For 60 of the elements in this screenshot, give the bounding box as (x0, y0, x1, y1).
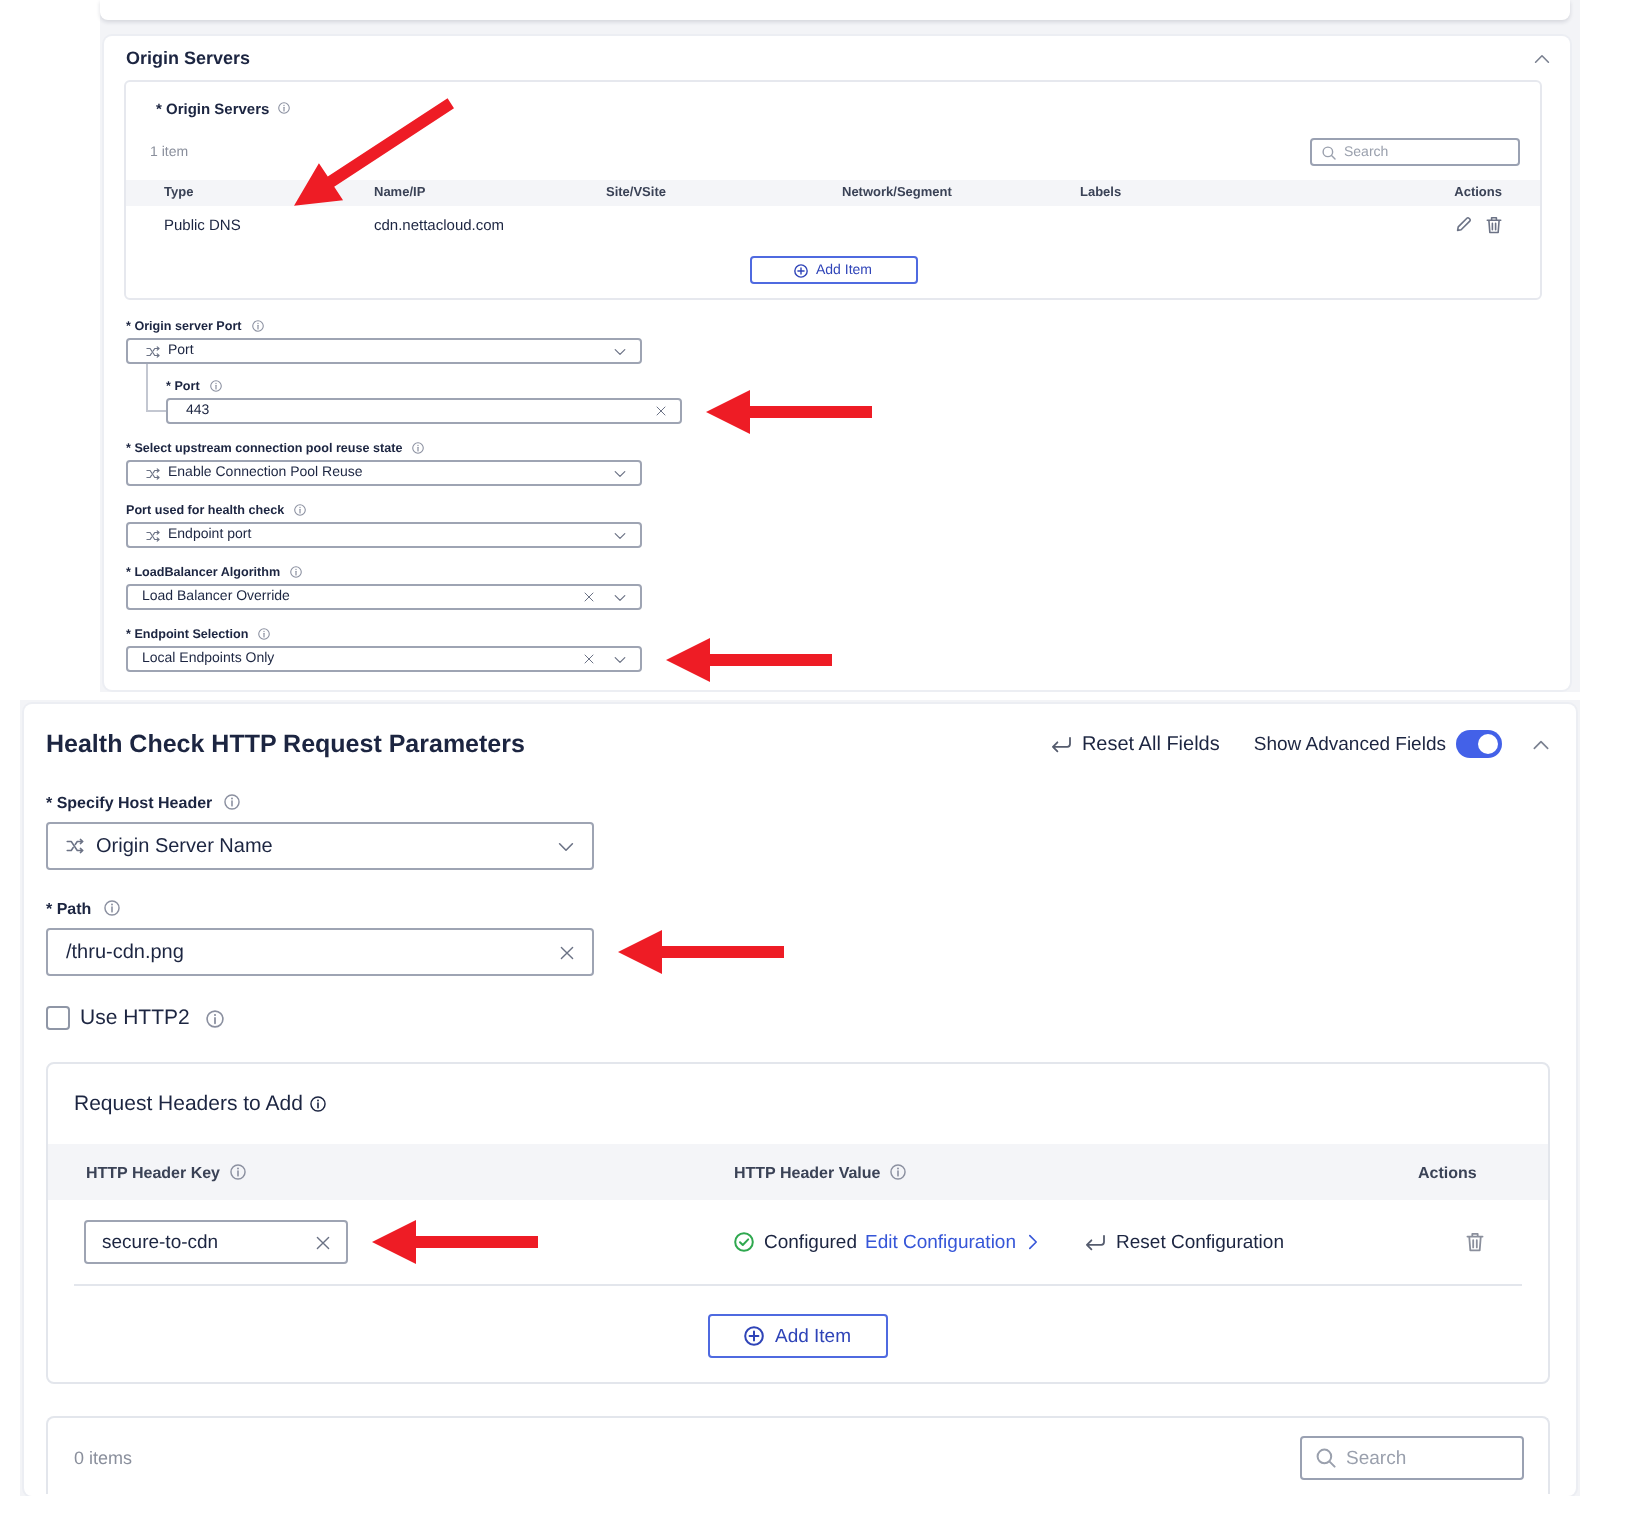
trash-icon[interactable] (1486, 215, 1502, 233)
checkbox-label: Use HTTP2 (80, 1006, 190, 1030)
section-title: Health Check HTTP Request Parameters (46, 730, 525, 758)
text-field[interactable]: secure-to-cdn (84, 1220, 348, 1264)
chevron-down-icon (614, 531, 626, 539)
info-icon (294, 504, 307, 516)
column-header: HTTP Header Key (86, 1163, 220, 1181)
chevron-up-icon[interactable] (1534, 53, 1550, 63)
info-icon (412, 442, 425, 454)
shuffle-icon (146, 529, 160, 541)
info-icon (224, 794, 241, 810)
shuffle-icon (66, 838, 84, 854)
chevron-down-icon (614, 593, 626, 601)
checkbox[interactable] (46, 1006, 70, 1030)
return-arrow-icon (1049, 735, 1072, 753)
return-arrow-icon (1084, 1233, 1107, 1251)
clear-icon[interactable] (316, 1235, 330, 1249)
reset-all-button[interactable]: Reset All Fields (1049, 733, 1220, 755)
column-header: HTTP Header Value (734, 1163, 881, 1181)
column-header: Actions (1418, 1163, 1477, 1181)
info-icon (310, 1096, 327, 1112)
field-label: * Path (46, 899, 92, 917)
chevron-up-icon[interactable] (1532, 739, 1550, 749)
info-icon (205, 1009, 224, 1027)
section-title: Origin Servers (126, 48, 251, 68)
edit-configuration-link[interactable]: Edit Configuration (864, 1231, 1017, 1253)
clear-icon[interactable] (656, 406, 666, 416)
check-circle-icon (734, 1232, 754, 1252)
chevron-down-icon (558, 841, 574, 851)
panel-title: Request Headers to Add (74, 1092, 303, 1116)
info-icon (103, 900, 120, 916)
chevron-down-icon (614, 469, 626, 477)
search-icon (1322, 145, 1336, 159)
shuffle-icon (146, 467, 160, 479)
shuffle-icon (146, 345, 160, 357)
chevron-right-icon (1028, 1234, 1039, 1250)
reset-configuration-button[interactable]: Reset Configuration (1084, 1231, 1284, 1253)
search-icon (1316, 1448, 1336, 1468)
add-item-button[interactable]: Add Item (708, 1314, 888, 1358)
info-icon (209, 380, 222, 392)
trash-icon[interactable] (1466, 1232, 1484, 1252)
text-field[interactable]: /thru-cdn.png (46, 928, 594, 976)
info-icon (290, 566, 303, 578)
clear-icon[interactable] (560, 945, 574, 959)
status-text: Configured (764, 1231, 857, 1253)
info-icon (251, 320, 264, 332)
info-icon (258, 628, 271, 640)
clear-icon[interactable] (584, 592, 594, 602)
plus-circle-icon (744, 1326, 765, 1346)
clear-icon[interactable] (584, 654, 594, 664)
toggle-label: Show Advanced Fields (1253, 733, 1446, 755)
pencil-icon[interactable] (1456, 215, 1472, 231)
field-label: * Specify Host Header (46, 793, 213, 811)
item-count: 0 items (74, 1446, 133, 1472)
dropdown-field[interactable]: Origin Server Name (46, 822, 594, 870)
advanced-fields-toggle[interactable] (1456, 730, 1502, 758)
chevron-down-icon (614, 347, 626, 355)
info-icon (277, 102, 290, 114)
chevron-down-icon (614, 655, 626, 663)
plus-circle-icon (793, 263, 808, 277)
